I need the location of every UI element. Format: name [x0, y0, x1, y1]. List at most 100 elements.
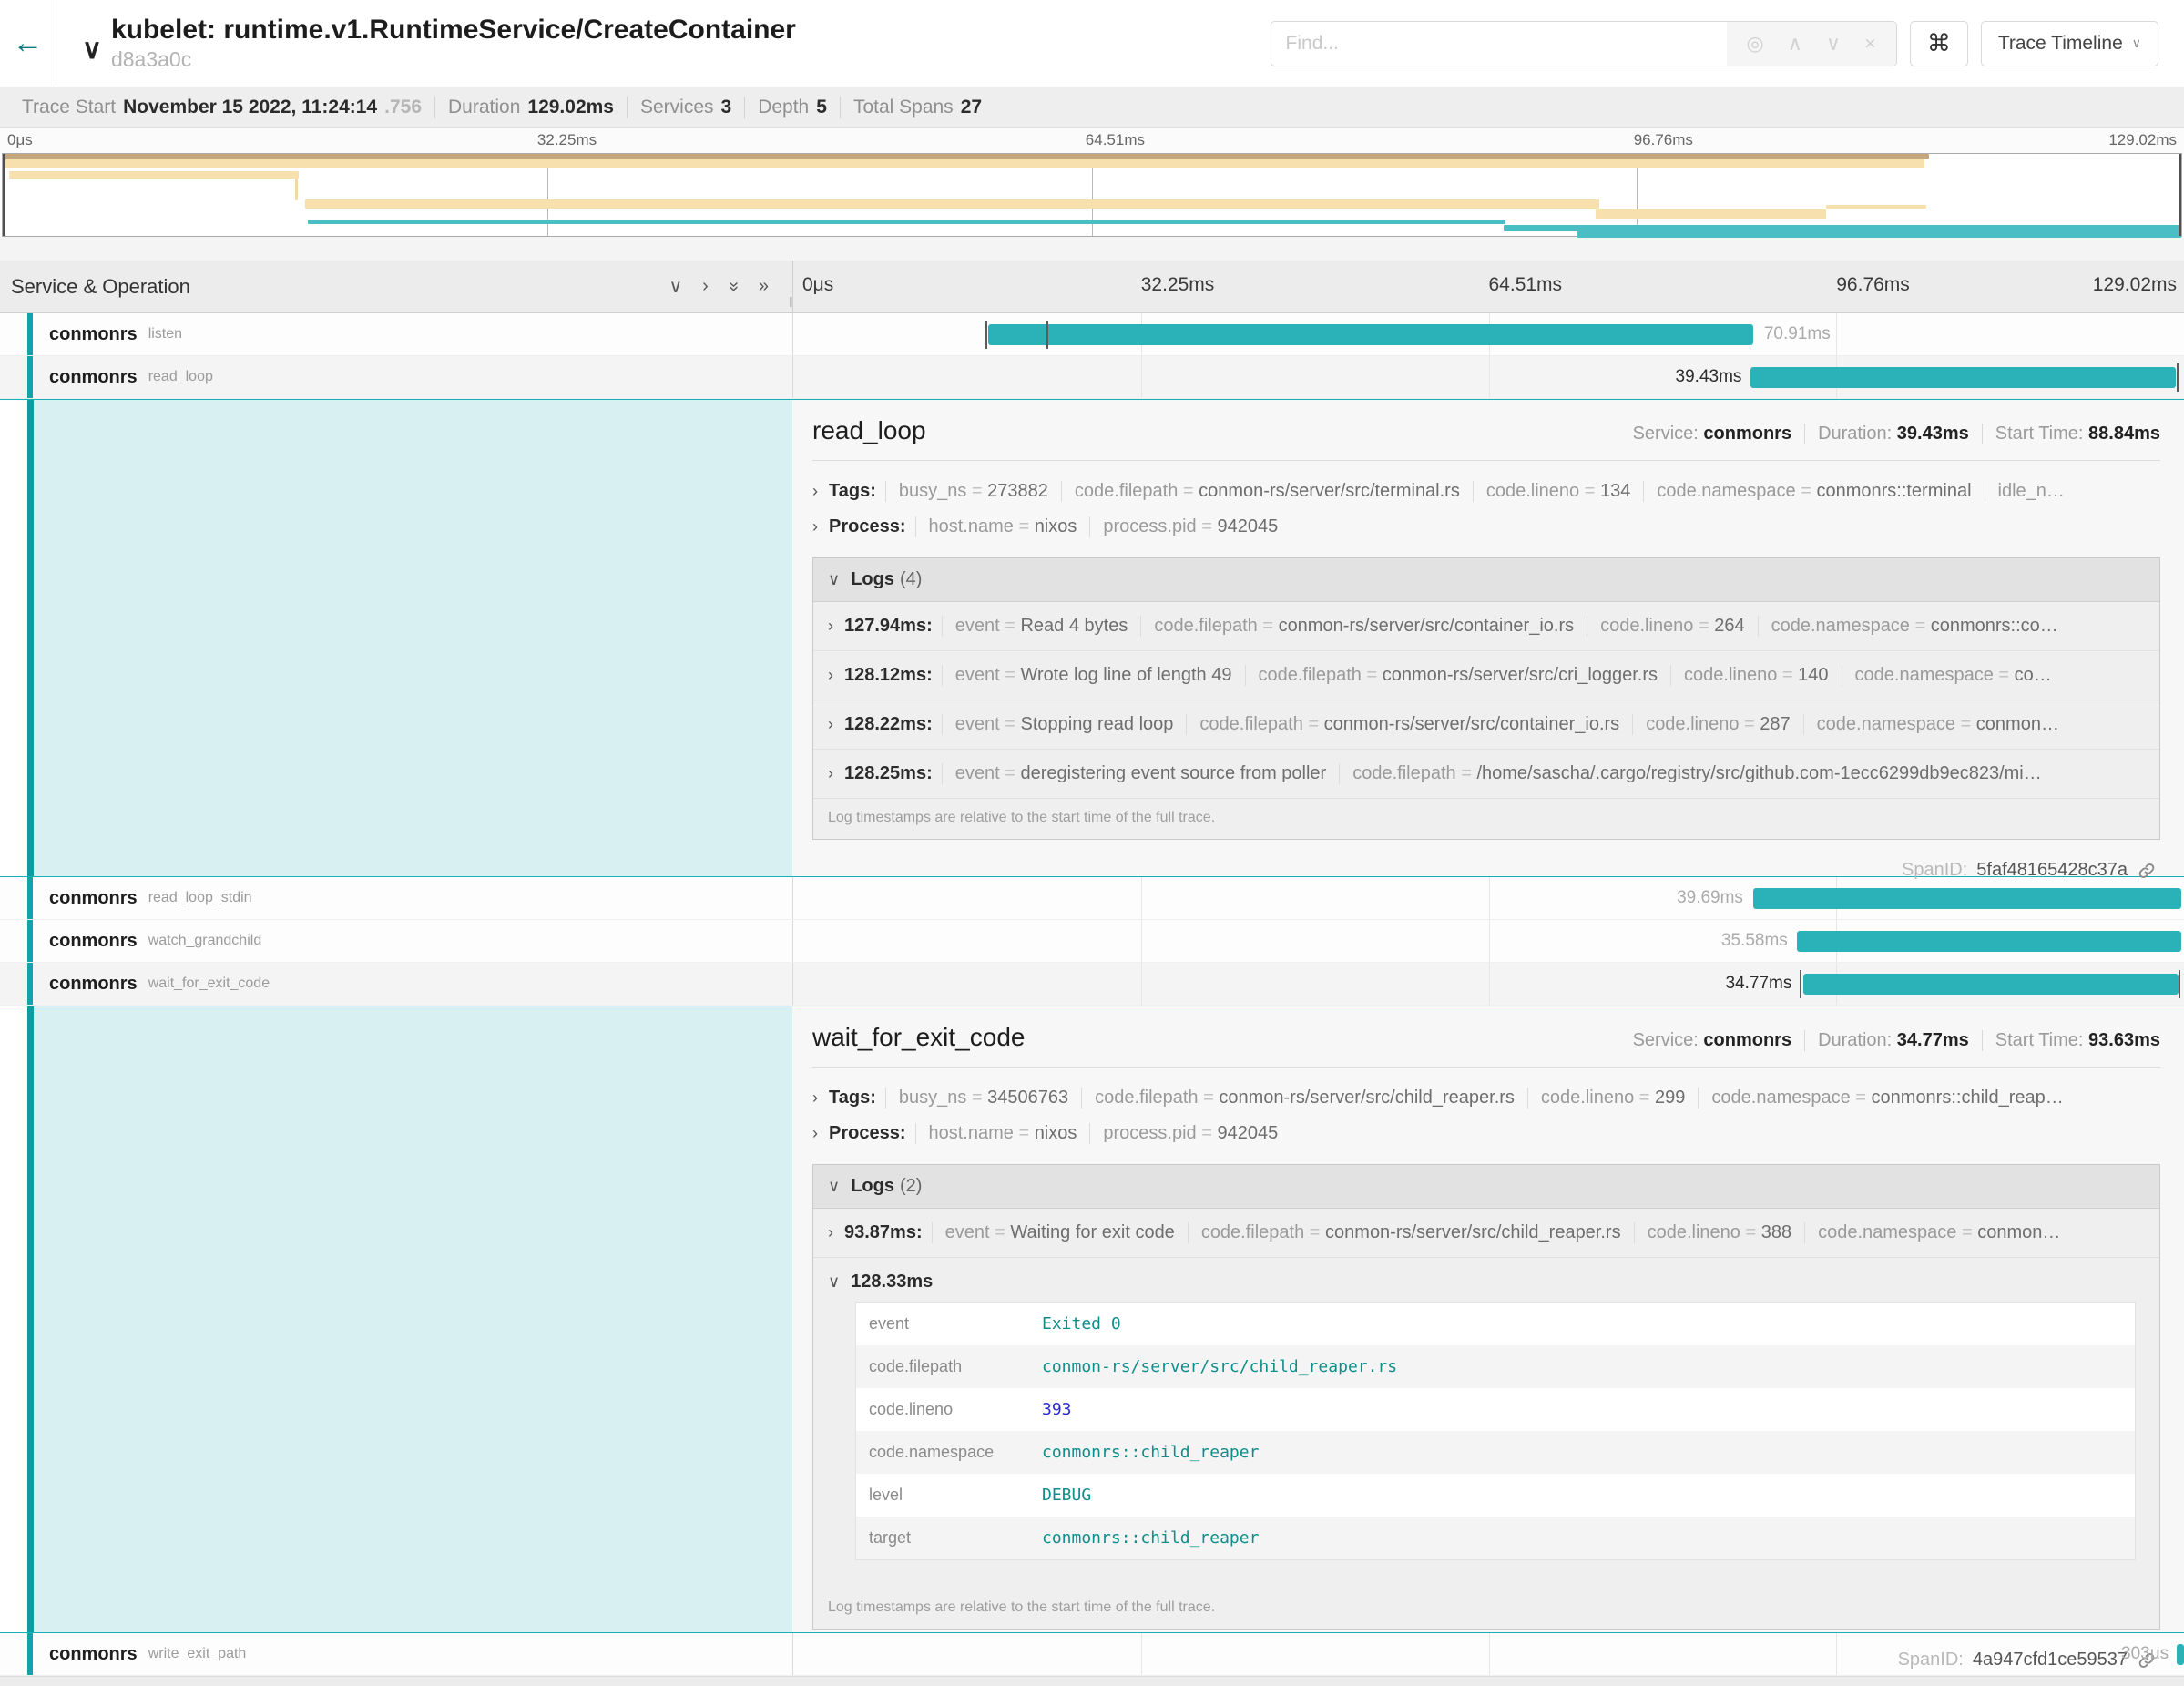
log-value: conmonrs::co… — [1931, 616, 2058, 636]
tags-label: Tags: — [829, 481, 876, 502]
chevron-right-icon[interactable]: › — [812, 1088, 818, 1108]
log-entry[interactable]: › 128.12ms: eventWrote log line of lengt… — [813, 651, 2159, 700]
service-name: conmonrs — [49, 1644, 138, 1665]
chevron-right-icon[interactable]: › — [828, 617, 833, 636]
kv-key: target — [869, 1528, 1042, 1548]
span-bar[interactable] — [2177, 1644, 2184, 1665]
log-entry[interactable]: › 128.25ms: eventderegistering event sou… — [813, 750, 2159, 799]
span-row-listen[interactable]: conmonrs listen 70.91ms — [0, 313, 2184, 356]
span-name-cell[interactable]: conmonrs read_loop_stdin — [0, 877, 792, 919]
logs-header[interactable]: ∨ Logs (4) — [813, 558, 2159, 602]
expand-all-icon[interactable]: » — [759, 276, 769, 297]
detail-indent-fill — [27, 1006, 792, 1632]
span-name-cell[interactable]: conmonrs watch_grandchild — [0, 920, 792, 962]
view-selector-button[interactable]: Trace Timeline ∨ — [1981, 21, 2158, 66]
span-timeline-cell[interactable]: 39.69ms — [792, 877, 2184, 919]
chevron-right-icon[interactable]: › — [812, 482, 818, 501]
detail-indent — [0, 1006, 792, 1632]
span-name-cell[interactable]: conmonrs listen — [0, 313, 792, 355]
minimap-left-handle[interactable] — [3, 154, 5, 236]
log-key: code.filepath — [1201, 1222, 1325, 1242]
chevron-right-icon[interactable]: › — [828, 715, 833, 734]
log-value: conmon… — [1976, 714, 2059, 734]
span-timeline-cell[interactable]: 35.58ms — [792, 920, 2184, 962]
log-field: eventderegistering event source from pol… — [942, 763, 1339, 784]
find-clear-icon[interactable]: × — [1864, 32, 1876, 56]
span-bar[interactable] — [1753, 888, 2181, 909]
log-key: code.lineno — [1648, 1222, 1761, 1242]
find-group: ◎ ∧ ∨ × — [1271, 21, 1897, 66]
log-timestamp: 128.22ms: — [844, 714, 933, 735]
tag-key: code.lineno — [1541, 1088, 1655, 1108]
collapse-all-icon[interactable]: » — [723, 281, 744, 291]
minimap-canvas[interactable] — [2, 153, 2182, 237]
log-key: event — [955, 763, 1021, 783]
span-row-write-exit-path[interactable]: conmonrs write_exit_path 303μs — [0, 1633, 2184, 1676]
log-entry[interactable]: › 127.94ms: eventRead 4 bytes code.filep… — [813, 602, 2159, 651]
chevron-right-icon[interactable]: › — [828, 764, 833, 783]
span-bar[interactable] — [1803, 974, 2179, 995]
log-entry[interactable]: › 128.22ms: eventStopping read loop code… — [813, 700, 2159, 750]
service-color-strip — [27, 1633, 33, 1675]
trace-start-label: Trace Start — [22, 97, 116, 118]
operation-name: read_loop_stdin — [148, 890, 252, 906]
log-field: code.lineno264 — [1587, 616, 1757, 637]
span-timeline-cell[interactable]: 34.77ms — [792, 963, 2184, 1005]
logs-label: Logs — [851, 569, 894, 590]
span-timeline-cell[interactable]: 303μs — [792, 1633, 2184, 1675]
span-bar[interactable] — [1797, 931, 2180, 952]
span-row-wait-for-exit-code[interactable]: conmonrs wait_for_exit_code 34.77ms — [0, 963, 2184, 1006]
chevron-right-icon[interactable]: › — [828, 666, 833, 685]
process-key: process.pid — [1103, 516, 1217, 536]
span-bar[interactable] — [1750, 367, 2176, 388]
logs-header[interactable]: ∨ Logs (2) — [813, 1165, 2159, 1209]
span-duration-label: 35.58ms — [793, 931, 1788, 951]
log-field: code.namespaceconmonrs::co… — [1758, 616, 2071, 637]
collapse-one-icon[interactable]: ∨ — [668, 275, 682, 298]
span-name-cell[interactable]: conmonrs write_exit_path — [0, 1633, 792, 1675]
trace-collapse-chevron-icon[interactable]: ∨ — [82, 24, 102, 64]
span-detail-wait-for-exit-code: wait_for_exit_code Service: conmonrs Dur… — [0, 1006, 2184, 1633]
kv-value: 393 — [1042, 1400, 1072, 1419]
chevron-right-icon[interactable]: › — [812, 1124, 818, 1143]
detail-panel: wait_for_exit_code Service: conmonrs Dur… — [792, 1006, 2184, 1632]
log-key: code.namespace — [1817, 714, 1976, 734]
total-spans-label: Total Spans — [853, 97, 954, 118]
log-value: Stopping read loop — [1020, 714, 1173, 734]
shortcuts-button[interactable]: ⌘ — [1910, 21, 1968, 66]
process-row[interactable]: › Process: host.namenixos process.pid942… — [812, 1116, 2160, 1151]
process-row[interactable]: › Process: host.namenixos process.pid942… — [812, 509, 2160, 545]
log-entry-expanded-header[interactable]: ∨ 128.33ms — [828, 1272, 2145, 1293]
tags-row[interactable]: › Tags: busy_ns273882 code.filepathconmo… — [812, 474, 2160, 509]
tag-chip: busy_ns273882 — [885, 481, 1061, 502]
find-input[interactable] — [1271, 22, 1727, 66]
find-next-icon[interactable]: ∨ — [1826, 32, 1841, 56]
span-timeline-cell[interactable]: 70.91ms — [792, 313, 2184, 355]
span-bar[interactable] — [988, 324, 1753, 345]
span-row-watch-grandchild[interactable]: conmonrs watch_grandchild 35.58ms — [0, 920, 2184, 963]
minimap-right-handle[interactable] — [2179, 154, 2181, 236]
span-row-read-loop-stdin[interactable]: conmonrs read_loop_stdin 39.69ms — [0, 877, 2184, 920]
chevron-right-icon[interactable]: › — [828, 1223, 833, 1242]
span-name-cell[interactable]: conmonrs wait_for_exit_code — [0, 963, 792, 1005]
service-name: conmonrs — [49, 888, 138, 909]
span-row-read-loop[interactable]: conmonrs read_loop 39.43ms — [0, 356, 2184, 399]
expand-one-icon[interactable]: › — [702, 276, 709, 297]
process-chip: host.namenixos — [915, 516, 1090, 537]
span-timeline-cell[interactable]: 39.43ms — [792, 356, 2184, 398]
process-key: process.pid — [1103, 1123, 1217, 1143]
locate-icon[interactable]: ◎ — [1747, 32, 1764, 56]
tag-key: code.filepath — [1075, 481, 1199, 501]
log-value: Read 4 bytes — [1020, 616, 1128, 636]
log-key: event — [955, 616, 1021, 636]
chevron-right-icon[interactable]: › — [812, 517, 818, 536]
tags-row[interactable]: › Tags: busy_ns34506763 code.filepathcon… — [812, 1080, 2160, 1116]
find-prev-icon[interactable]: ∧ — [1788, 32, 1802, 56]
log-entry[interactable]: › 93.87ms: eventWaiting for exit code co… — [813, 1209, 2159, 1258]
span-name-cell[interactable]: conmonrs read_loop — [0, 356, 792, 398]
kv-row: levelDEBUG — [856, 1474, 2135, 1517]
log-field: code.filepathconmon-rs/server/src/contai… — [1186, 714, 1632, 735]
column-headers: Service & Operation ∨ › » » ‖ 0μs 32.25m… — [0, 261, 2184, 313]
log-kv-table: eventExited 0 code.filepathconmon-rs/ser… — [855, 1302, 2136, 1560]
back-button[interactable]: ← — [0, 0, 56, 87]
